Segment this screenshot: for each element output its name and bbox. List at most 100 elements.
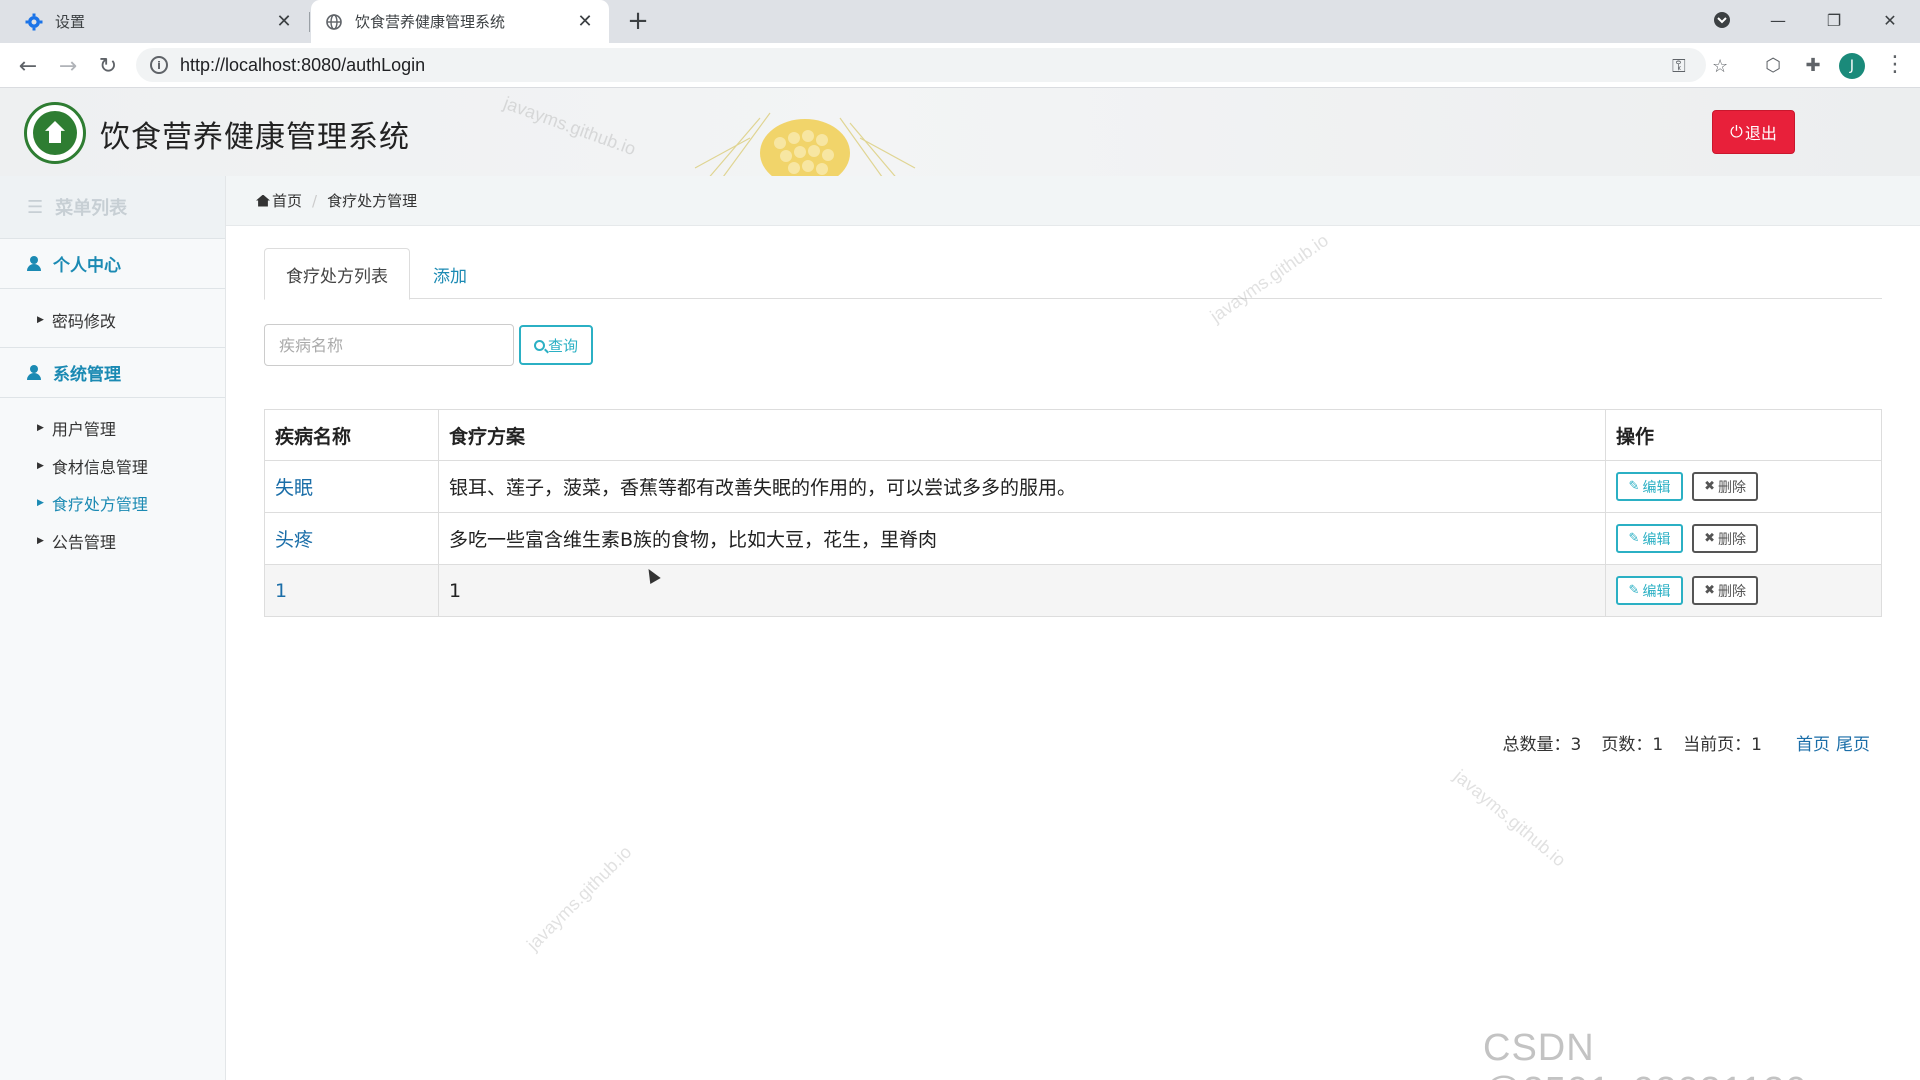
reload-icon[interactable]: ↻	[92, 50, 124, 82]
disease-name-link[interactable]: 1	[275, 580, 287, 602]
edit-button[interactable]: ✎ 编辑	[1616, 576, 1683, 605]
sidebar-group-label: 个人中心	[53, 256, 121, 276]
edit-label: 编辑	[1642, 583, 1671, 600]
gear-icon	[25, 13, 43, 31]
delete-button[interactable]: ✖ 删除	[1692, 472, 1759, 501]
list-icon: ☰	[27, 196, 44, 218]
caret-right-icon: ▶	[37, 535, 44, 546]
plan-cell: 银耳、莲子，菠菜，香蕉等都有改善失眠的作用的，可以尝试多多的服用。	[438, 460, 1606, 513]
actions-cell: ✎ 编辑 ✖ 删除	[1605, 460, 1882, 513]
corn-banner-image	[694, 112, 916, 176]
sidebar-item-label: 用户管理	[51, 420, 116, 440]
caret-right-icon: ▶	[37, 314, 44, 325]
sidebar-item-ingredient-management[interactable]: ▶ 食材信息管理	[0, 447, 225, 485]
minimize-icon[interactable]: —	[1750, 0, 1806, 40]
disease-name-search-input[interactable]	[264, 324, 514, 366]
edit-label: 编辑	[1642, 479, 1671, 496]
home-icon	[256, 195, 270, 207]
pencil-icon: ✎	[1628, 583, 1640, 598]
url-text[interactable]: http://localhost:8080/authLogin	[180, 55, 425, 76]
tab-search-dropdown-icon[interactable]	[1694, 0, 1750, 40]
window-close-icon[interactable]: ✕	[1862, 0, 1918, 40]
caret-right-icon: ▶	[37, 498, 44, 509]
pencil-icon: ✎	[1628, 531, 1640, 546]
browser-tab-bar: 设置 ✕ 饮食营养健康管理系统 ✕ + — ❐ ✕	[0, 0, 1920, 43]
actions-cell: ✎ 编辑 ✖ 删除	[1605, 512, 1882, 565]
edit-button[interactable]: ✎ 编辑	[1616, 472, 1683, 501]
sidebar-group-personal-center[interactable]: 个人中心	[0, 239, 225, 289]
breadcrumb: 首页 / 食疗处方管理	[226, 176, 1920, 226]
page-count: 页数：1	[1601, 735, 1664, 755]
actions-cell: ✎ 编辑 ✖ 删除	[1605, 564, 1882, 617]
first-page-link[interactable]: 首页	[1796, 730, 1830, 755]
table-row: 1 1 ✎ 编辑 ✖ 删除	[264, 564, 1882, 617]
edit-button[interactable]: ✎ 编辑	[1616, 524, 1683, 553]
site-header: 饮食营养健康管理系统 javayms.github.io ⏻ 退出	[0, 88, 1920, 176]
more-menu-icon[interactable]: ⋮	[1884, 51, 1906, 79]
forward-arrow-icon[interactable]: →	[52, 50, 84, 82]
search-bar: 查询	[264, 324, 664, 366]
sidebar-item-prescription-management[interactable]: ▶ 食疗处方管理	[0, 485, 225, 523]
university-logo	[24, 102, 86, 164]
disease-name-link[interactable]: 头疼	[275, 529, 313, 551]
sidebar-item-label: 公告管理	[51, 532, 116, 552]
address-bar: ← → ↻ i http://localhost:8080/authLogin …	[0, 43, 1920, 88]
x-icon: ✖	[1704, 479, 1715, 494]
system-title: 饮食营养健康管理系统	[100, 120, 410, 155]
tab-prescription-list[interactable]: 食疗处方列表	[264, 248, 410, 300]
restore-icon[interactable]: ❐	[1806, 0, 1862, 40]
watermark-text: javayms.github.io	[500, 92, 639, 160]
bookmark-star-icon[interactable]: ☆	[1712, 56, 1728, 77]
search-button[interactable]: 查询	[519, 325, 593, 365]
logout-button[interactable]: ⏻ 退出	[1712, 110, 1795, 154]
key-icon[interactable]: ⚿	[1672, 56, 1686, 77]
delete-button[interactable]: ✖ 删除	[1692, 576, 1759, 605]
url-omnibox[interactable]: i http://localhost:8080/authLogin	[136, 48, 1706, 82]
column-header-actions: 操作	[1605, 409, 1882, 461]
breadcrumb-current: 食疗处方管理	[327, 192, 418, 210]
pagination: 总数量：3 页数：1 当前页：1 首页 尾页	[1483, 730, 1870, 755]
sidebar-group-system-management[interactable]: 系统管理	[0, 348, 225, 398]
sidebar-item-user-management[interactable]: ▶ 用户管理	[0, 410, 225, 448]
search-button-label: 查询	[547, 336, 578, 355]
watermark-text: javayms.github.io	[1450, 765, 1570, 871]
main-content: 食疗处方列表 添加 查询 疾病名称 食疗方案 操作 失眠 银耳、莲子，菠	[264, 248, 1882, 755]
sidebar-header: ☰ 菜单列表	[0, 176, 225, 239]
browser-tab-settings[interactable]: 设置 ✕	[0, 0, 308, 43]
plan-cell: 1	[438, 564, 1606, 617]
tab-title: 设置	[55, 13, 86, 31]
user-icon	[27, 364, 41, 380]
total-count: 总数量：3	[1502, 735, 1582, 755]
sidebar-group-items: ▶ 密码修改	[0, 289, 225, 348]
sidebar-item-password-change[interactable]: ▶ 密码修改	[0, 301, 225, 339]
sidebar-item-announcement-management[interactable]: ▶ 公告管理	[0, 522, 225, 560]
new-tab-plus-icon[interactable]: +	[622, 6, 654, 38]
puzzle-extensions-icon[interactable]: ✚	[1802, 54, 1824, 76]
profile-avatar[interactable]: J	[1839, 53, 1865, 79]
tab-add[interactable]: 添加	[410, 248, 490, 300]
breadcrumb-separator: /	[312, 191, 318, 210]
column-header-plan: 食疗方案	[438, 409, 1606, 461]
delete-label: 删除	[1718, 531, 1746, 548]
last-page-link[interactable]: 尾页	[1836, 730, 1870, 755]
search-icon	[533, 339, 545, 351]
table-header-row: 疾病名称 食疗方案 操作	[264, 409, 1882, 461]
caret-right-icon: ▶	[37, 423, 44, 434]
delete-button[interactable]: ✖ 删除	[1692, 524, 1759, 553]
close-icon[interactable]: ✕	[274, 11, 294, 32]
sidebar-group-label: 系统管理	[53, 364, 121, 385]
sidebar-item-label: 食疗处方管理	[51, 495, 148, 515]
csdn-watermark: CSDN @2501_93031130	[1483, 1027, 1807, 1080]
edit-label: 编辑	[1642, 531, 1671, 548]
extension-hex-icon[interactable]: ⬡	[1762, 54, 1784, 76]
sidebar-item-label: 密码修改	[51, 311, 116, 331]
back-arrow-icon[interactable]: ←	[12, 50, 44, 82]
disease-name-cell: 头疼	[264, 512, 439, 565]
column-header-disease: 疾病名称	[264, 409, 439, 461]
breadcrumb-home[interactable]: 首页	[272, 190, 302, 211]
content-tabs: 食疗处方列表 添加	[264, 248, 1882, 300]
browser-tab-active[interactable]: 饮食营养健康管理系统 ✕	[311, 0, 609, 43]
site-info-icon[interactable]: i	[150, 56, 168, 74]
disease-name-link[interactable]: 失眠	[275, 477, 313, 499]
close-icon[interactable]: ✕	[575, 11, 595, 32]
